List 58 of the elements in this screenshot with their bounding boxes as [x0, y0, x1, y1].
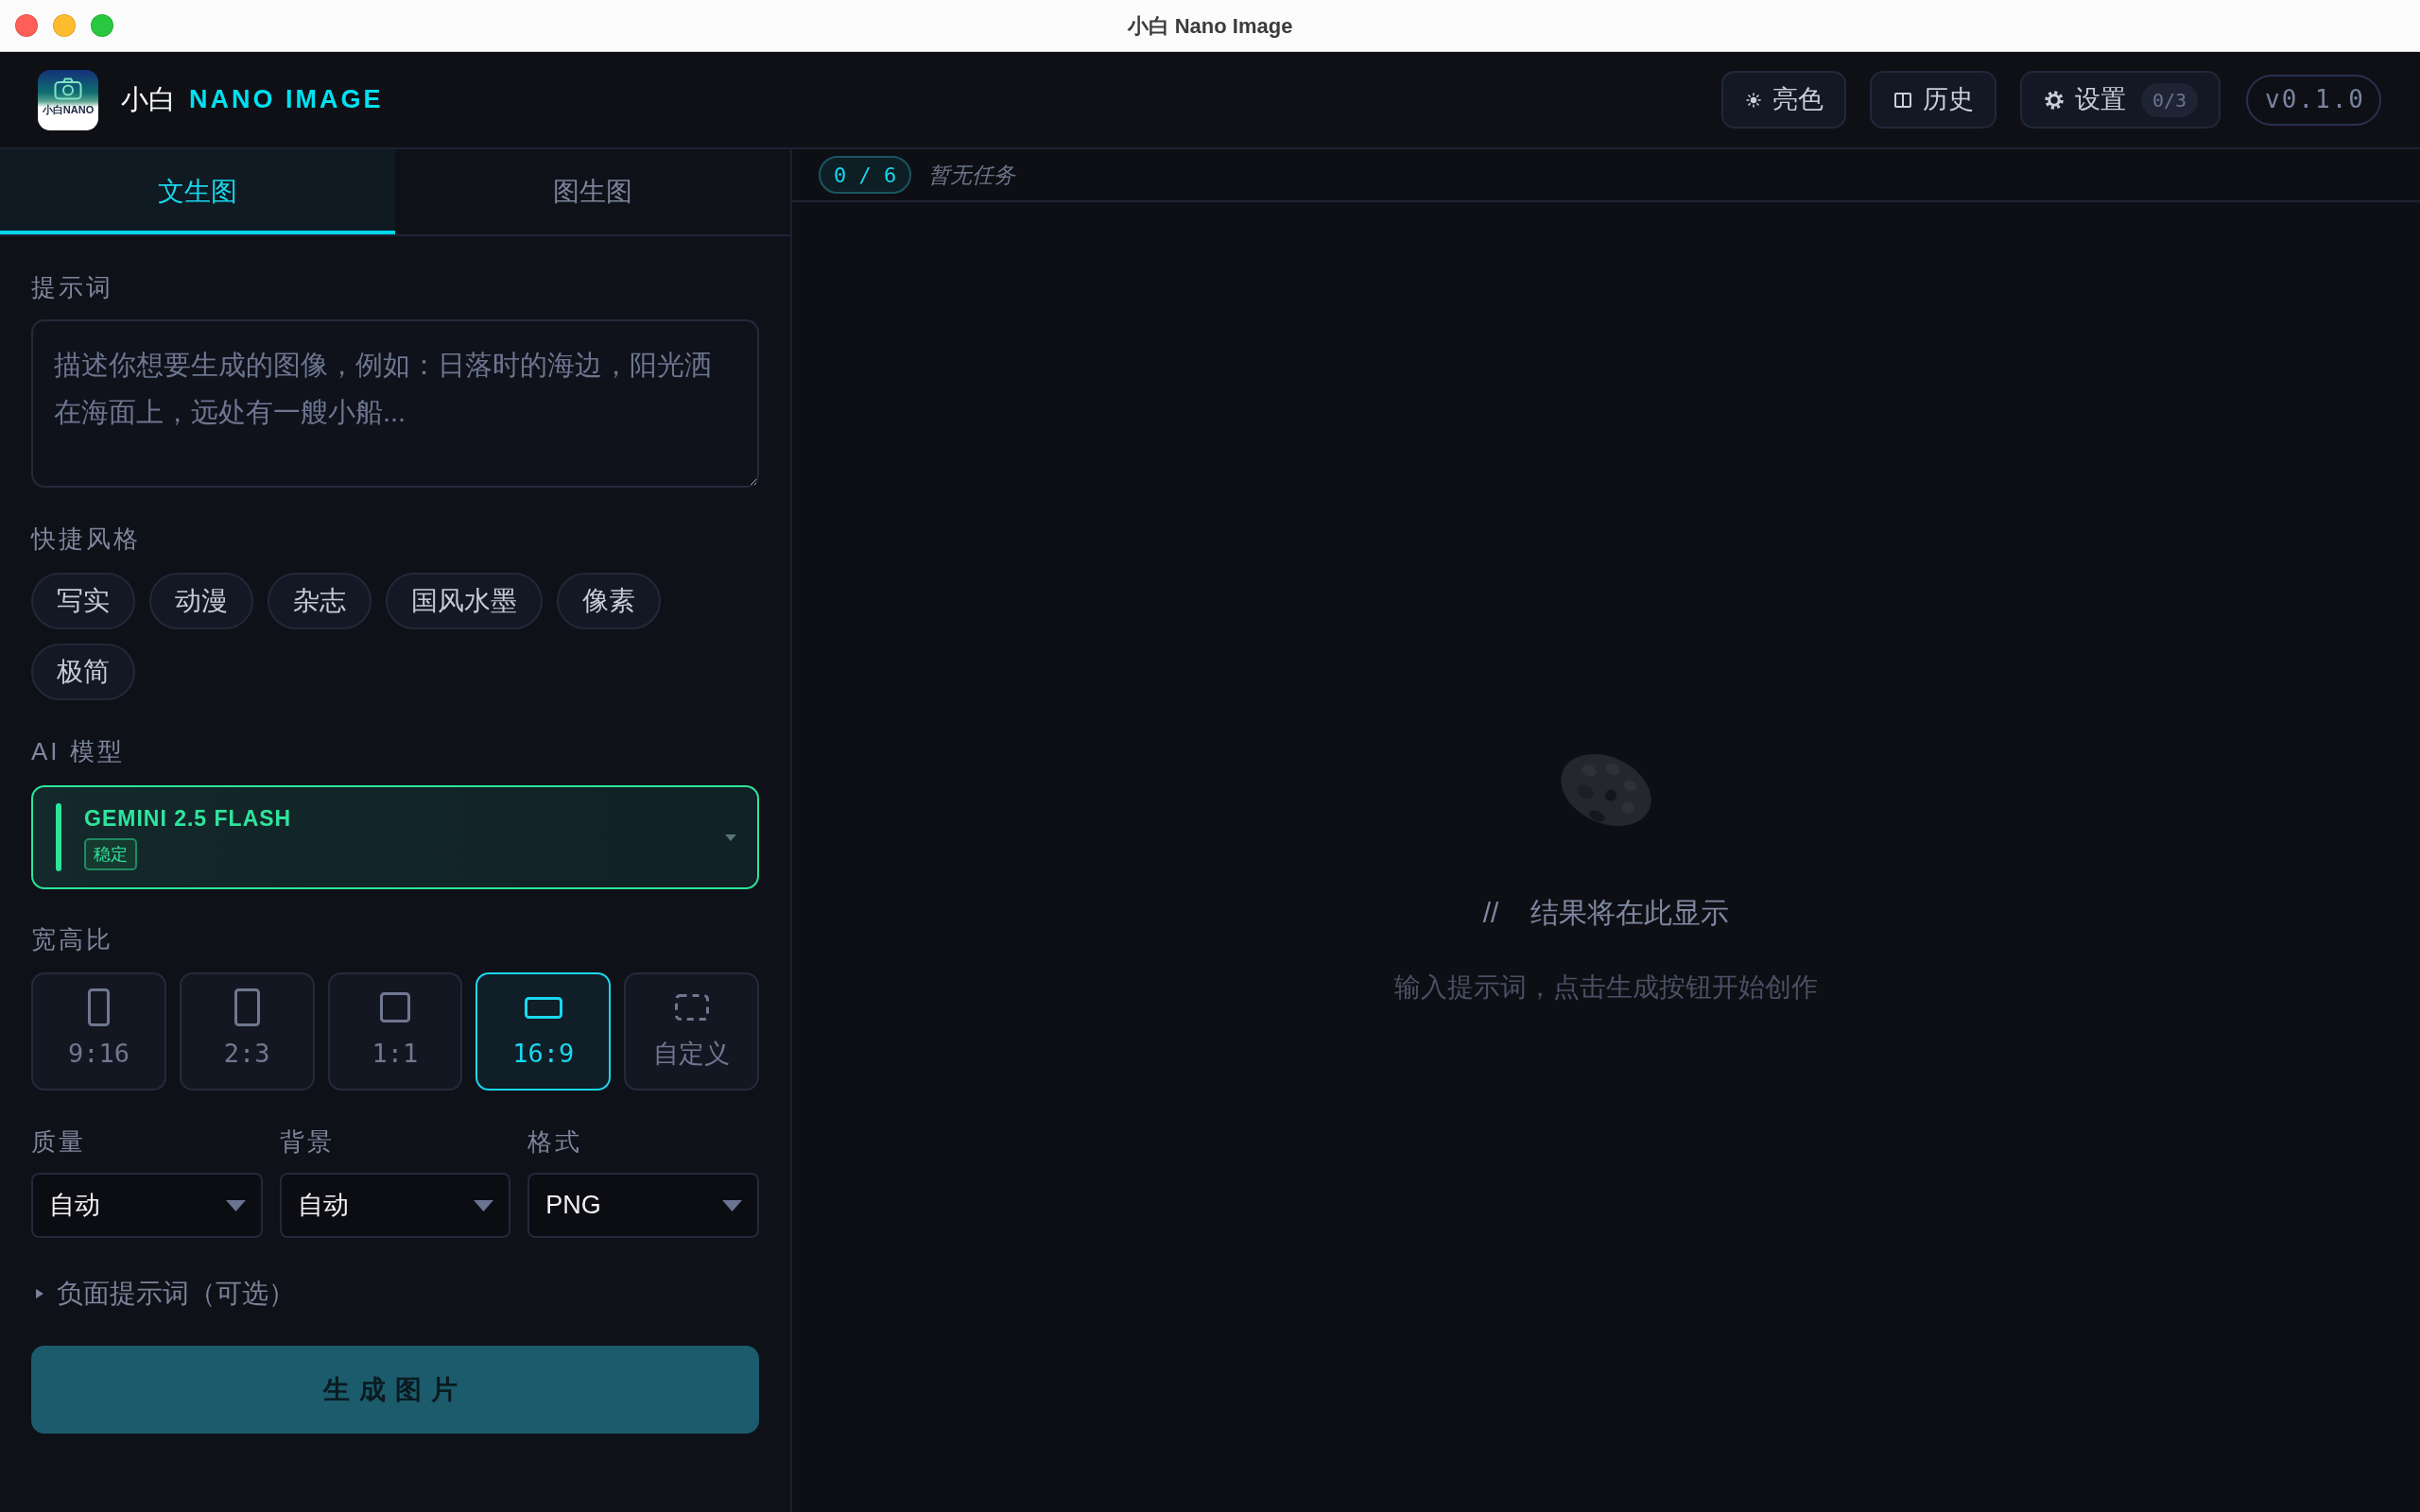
- caret-icon: [722, 1199, 742, 1211]
- history-button[interactable]: 历史: [1869, 71, 1996, 129]
- style-chip[interactable]: 杂志: [268, 573, 372, 629]
- aspect-option[interactable]: 1:1: [327, 972, 463, 1091]
- field-label: AI 模型: [31, 736, 126, 767]
- caret-icon: [725, 833, 736, 841]
- aspect-option[interactable]: 9:16: [31, 972, 166, 1091]
- close-button[interactable]: [15, 14, 38, 37]
- dashed-frame-icon: [674, 994, 709, 1021]
- aspect-option[interactable]: 2:3: [179, 972, 315, 1091]
- field-label: 快捷风格: [31, 524, 142, 555]
- mode-tab[interactable]: 图生图: [395, 149, 790, 234]
- style-chip[interactable]: 动漫: [149, 573, 253, 629]
- square-frame-icon: [380, 992, 410, 1022]
- style-chip[interactable]: 极简: [31, 644, 135, 700]
- aspect-option[interactable]: 16:9: [475, 972, 612, 1091]
- accent-bar: [56, 803, 61, 871]
- stability-tag: 稳定: [84, 838, 137, 870]
- style-chip[interactable]: 写实: [31, 573, 135, 629]
- field-label: 格式: [527, 1126, 584, 1158]
- window-title: 小白 Nano Image: [1127, 12, 1293, 40]
- panel-icon: [1893, 91, 1911, 109]
- aspect-option[interactable]: 自定义: [624, 972, 759, 1091]
- theme-button[interactable]: 亮色: [1720, 71, 1846, 129]
- field-label: 背景: [279, 1126, 336, 1158]
- settings-icon: [2044, 90, 2064, 110]
- queue-status: 暂无任务: [928, 161, 1016, 189]
- settings-button[interactable]: 设置 0/3: [2019, 71, 2221, 129]
- style-chip[interactable]: 像素: [557, 573, 661, 629]
- maximize-button[interactable]: [91, 14, 113, 37]
- model-select[interactable]: GEMINI 2.5 FLASH 稳定: [31, 785, 759, 889]
- count-badge: 0/3: [2140, 82, 2199, 117]
- landscape-frame-icon: [524, 996, 562, 1019]
- caret-icon: [474, 1199, 494, 1211]
- minimize-button[interactable]: [53, 14, 76, 37]
- field-label: 宽高比: [31, 924, 114, 955]
- logo-text: 小白NANO: [42, 103, 95, 116]
- queue-count: 0 / 6: [819, 156, 912, 194]
- app-name: 小白: [121, 82, 176, 116]
- negative-prompt-toggle[interactable]: 负面提示词（可选）: [35, 1278, 295, 1310]
- result-placeholder-title: 结果将在此显示: [1530, 895, 1730, 930]
- product-name: NANO IMAGE: [189, 84, 384, 116]
- mode-tab[interactable]: 文生图: [0, 149, 395, 234]
- dropdown-select[interactable]: 自动: [31, 1173, 263, 1238]
- caret-icon: [225, 1199, 246, 1211]
- comment-prefix: //: [1482, 895, 1499, 930]
- field-label: 质量: [31, 1126, 87, 1158]
- dropdown-select[interactable]: PNG: [527, 1173, 759, 1238]
- sun-icon: [1745, 92, 1761, 108]
- portrait-frame-icon: [233, 988, 260, 1026]
- version-pill: v0.1.0: [2246, 74, 2381, 126]
- result-hint: 输入提示词，点击生成按钮开始创作: [1394, 971, 1818, 1004]
- camera-icon: [54, 77, 82, 100]
- portrait-frame-icon: [87, 988, 110, 1026]
- dropdown-select[interactable]: 自动: [279, 1173, 511, 1238]
- prompt-field[interactable]: 描述你想要生成的图像，例如：日落时的海边，阳光洒在海面上，远处有一艘小船...: [31, 319, 759, 488]
- style-chip[interactable]: 国风水墨: [386, 573, 543, 629]
- field-label: 提示词: [31, 272, 114, 303]
